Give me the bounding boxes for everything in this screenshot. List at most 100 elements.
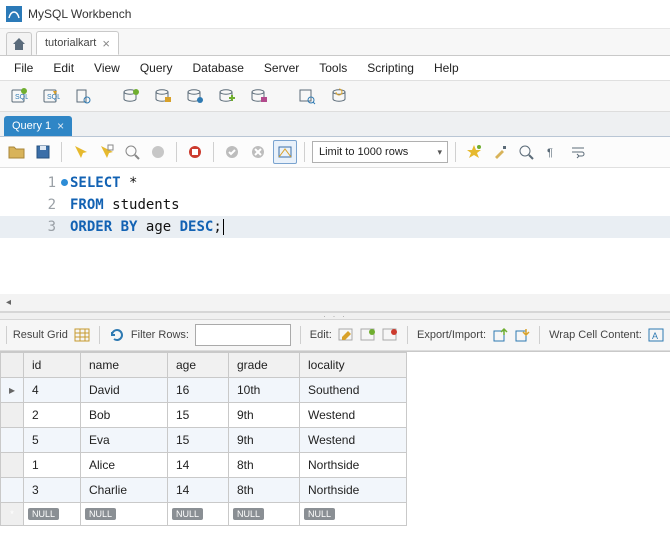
connection-tabs: tutorialkart × xyxy=(0,29,670,56)
beautify-icon[interactable] xyxy=(463,141,485,163)
edit-row-icon[interactable] xyxy=(338,325,354,345)
column-header[interactable]: name xyxy=(81,353,168,378)
query-tab-bar: Query 1 × xyxy=(0,112,670,137)
db-proc-icon[interactable] xyxy=(214,83,240,109)
export-import-label: Export/Import: xyxy=(417,329,486,341)
refresh-icon[interactable] xyxy=(109,325,125,345)
grid-view-icon[interactable] xyxy=(74,325,90,345)
delete-row-icon[interactable] xyxy=(382,325,398,345)
stop-on-error-icon[interactable] xyxy=(184,141,206,163)
new-sql-tab-icon[interactable]: SQL xyxy=(6,83,32,109)
cell[interactable]: 14 xyxy=(168,453,229,478)
db-add-icon[interactable] xyxy=(118,83,144,109)
menu-bar: File Edit View Query Database Server Too… xyxy=(0,56,670,81)
column-header[interactable]: locality xyxy=(300,353,407,378)
db-func-icon[interactable] xyxy=(246,83,272,109)
table-row[interactable]: 5Eva159thWestend xyxy=(1,428,407,453)
menu-query[interactable]: Query xyxy=(132,58,181,78)
cell[interactable]: 8th xyxy=(229,478,300,503)
close-icon[interactable]: × xyxy=(57,119,64,133)
menu-edit[interactable]: Edit xyxy=(45,58,82,78)
cell[interactable]: 1 xyxy=(24,453,81,478)
execute-icon[interactable] xyxy=(69,141,91,163)
result-grid-label: Result Grid xyxy=(13,329,68,341)
menu-database[interactable]: Database xyxy=(185,58,252,78)
cell[interactable]: Northside xyxy=(300,478,407,503)
cell[interactable]: Northside xyxy=(300,453,407,478)
hscroll[interactable]: ◂ xyxy=(0,294,670,312)
cell[interactable]: David xyxy=(81,378,168,403)
table-row[interactable]: 2Bob159thWestend xyxy=(1,403,407,428)
db-view-icon[interactable] xyxy=(182,83,208,109)
search-table-icon[interactable] xyxy=(294,83,320,109)
cell[interactable]: 9th xyxy=(229,403,300,428)
cell[interactable]: Westend xyxy=(300,403,407,428)
menu-tools[interactable]: Tools xyxy=(311,58,355,78)
brush-icon[interactable] xyxy=(489,141,511,163)
table-row[interactable]: 1Alice148thNorthside xyxy=(1,453,407,478)
cell[interactable]: 14 xyxy=(168,478,229,503)
stop-icon[interactable] xyxy=(147,141,169,163)
svg-text:SQL: SQL xyxy=(47,94,60,101)
cell[interactable]: 15 xyxy=(168,403,229,428)
explain-icon[interactable] xyxy=(121,141,143,163)
query-tab[interactable]: Query 1 × xyxy=(4,116,72,136)
cell[interactable]: Westend xyxy=(300,428,407,453)
home-button[interactable] xyxy=(6,32,32,55)
menu-help[interactable]: Help xyxy=(426,58,467,78)
execute-current-icon[interactable] xyxy=(95,141,117,163)
cell[interactable]: 5 xyxy=(24,428,81,453)
cell[interactable]: 10th xyxy=(229,378,300,403)
cell[interactable]: Southend xyxy=(300,378,407,403)
cell[interactable]: 2 xyxy=(24,403,81,428)
column-header[interactable]: age xyxy=(168,353,229,378)
find-icon[interactable] xyxy=(515,141,537,163)
result-grid[interactable]: idnameagegradelocality▸4David1610thSouth… xyxy=(0,351,670,526)
cell[interactable]: 9th xyxy=(229,428,300,453)
import-icon[interactable] xyxy=(514,325,530,345)
rollback-icon[interactable] xyxy=(247,141,269,163)
wrap-icon[interactable] xyxy=(567,141,589,163)
inspector-icon[interactable] xyxy=(70,83,96,109)
splitter[interactable]: · · · xyxy=(0,312,670,320)
export-icon[interactable] xyxy=(492,325,508,345)
cell[interactable]: Eva xyxy=(81,428,168,453)
close-icon[interactable]: × xyxy=(102,37,110,50)
autocommit-toggle-icon[interactable] xyxy=(273,140,297,164)
open-sql-icon[interactable]: SQL xyxy=(38,83,64,109)
table-row[interactable]: 3Charlie148thNorthside xyxy=(1,478,407,503)
cell[interactable]: Alice xyxy=(81,453,168,478)
window-title: MySQL Workbench xyxy=(28,7,131,21)
row-limit-select[interactable]: Limit to 1000 rows xyxy=(312,141,448,163)
menu-server[interactable]: Server xyxy=(256,58,307,78)
invisible-chars-icon[interactable]: ¶ xyxy=(541,141,563,163)
menu-scripting[interactable]: Scripting xyxy=(359,58,422,78)
cell[interactable]: 8th xyxy=(229,453,300,478)
cell[interactable]: 3 xyxy=(24,478,81,503)
filter-rows-input[interactable] xyxy=(195,324,291,346)
cell[interactable]: Bob xyxy=(81,403,168,428)
query-tab-label: Query 1 xyxy=(12,120,51,132)
add-row-icon[interactable] xyxy=(360,325,376,345)
sql-editor[interactable]: 1SELECT *2FROM students3ORDER BY age DES… xyxy=(0,168,670,294)
column-header[interactable]: id xyxy=(24,353,81,378)
save-icon[interactable] xyxy=(32,141,54,163)
wrap-cell-icon[interactable]: A xyxy=(648,325,664,345)
scroll-left-arrow-icon[interactable]: ◂ xyxy=(0,297,17,308)
home-icon xyxy=(11,36,27,52)
column-header[interactable]: grade xyxy=(229,353,300,378)
reconnect-icon[interactable] xyxy=(326,83,352,109)
cell[interactable]: Charlie xyxy=(81,478,168,503)
menu-file[interactable]: File xyxy=(6,58,41,78)
commit-icon[interactable] xyxy=(221,141,243,163)
cell[interactable]: 15 xyxy=(168,428,229,453)
table-row[interactable]: ▸4David1610thSouthend xyxy=(1,378,407,403)
new-row[interactable]: *NULLNULLNULLNULLNULL xyxy=(1,503,407,526)
cell[interactable]: 4 xyxy=(24,378,81,403)
db-table-icon[interactable] xyxy=(150,83,176,109)
svg-text:SQL: SQL xyxy=(15,94,28,101)
open-file-icon[interactable] xyxy=(6,141,28,163)
cell[interactable]: 16 xyxy=(168,378,229,403)
menu-view[interactable]: View xyxy=(86,58,128,78)
connection-tab[interactable]: tutorialkart × xyxy=(36,31,119,55)
